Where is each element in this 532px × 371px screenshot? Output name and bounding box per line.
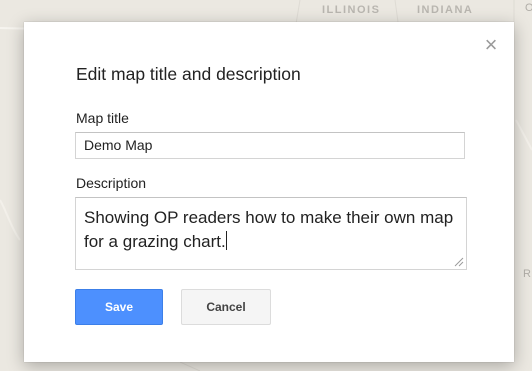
map-edge-label: R — [523, 268, 531, 280]
resize-handle-icon[interactable] — [454, 257, 464, 267]
map-title-value: Demo Map — [84, 137, 153, 153]
map-edge-label: O — [525, 2, 532, 14]
edit-map-dialog: × Edit map title and description Map tit… — [24, 22, 514, 362]
map-label-illinois: ILLINOIS — [322, 4, 381, 16]
description-textarea[interactable]: Showing OP readers how to make their own… — [75, 197, 467, 270]
close-icon[interactable]: × — [482, 34, 500, 56]
cancel-button[interactable]: Cancel — [181, 289, 271, 325]
map-label-indiana: INDIANA — [417, 4, 474, 16]
description-label: Description — [76, 175, 147, 191]
text-caret — [225, 231, 227, 250]
map-title-label: Map title — [76, 110, 129, 126]
save-button[interactable]: Save — [75, 289, 163, 325]
map-title-input[interactable]: Demo Map — [75, 132, 465, 159]
description-value: Showing OP readers how to make their own… — [84, 208, 454, 251]
dialog-title: Edit map title and description — [76, 64, 301, 84]
